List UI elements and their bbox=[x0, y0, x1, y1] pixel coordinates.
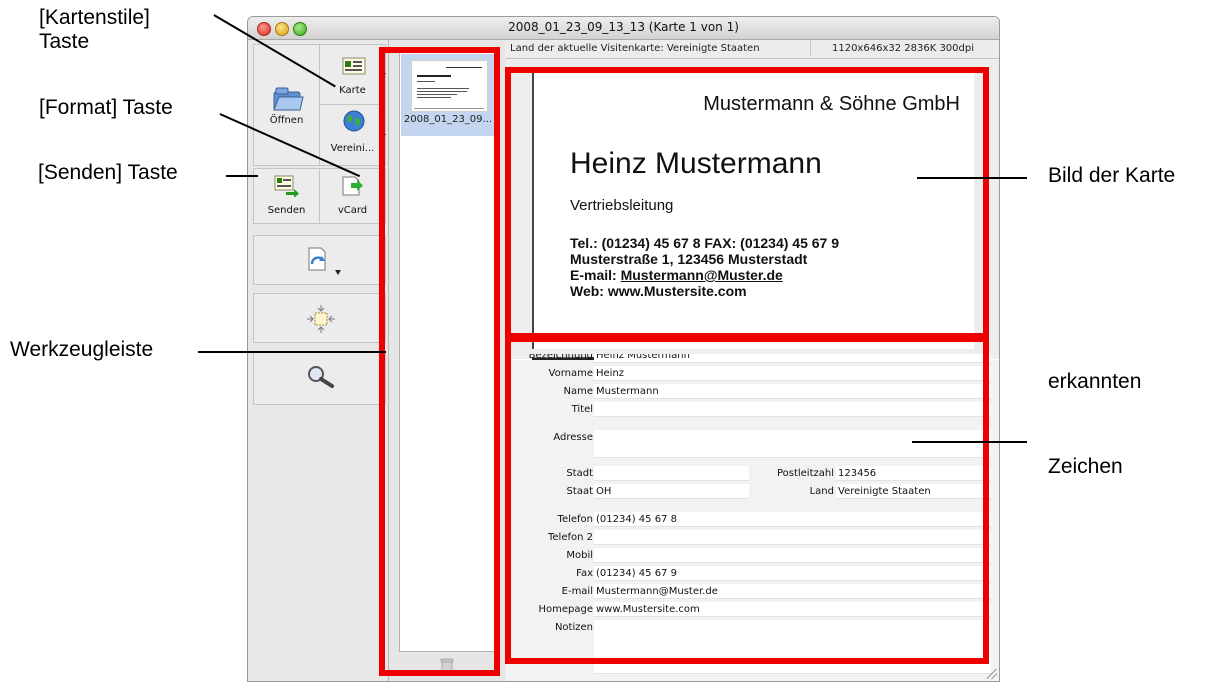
rotate-icon bbox=[308, 247, 326, 271]
send-card-icon bbox=[274, 175, 299, 197]
annotation-erkannten: erkannten bbox=[1048, 370, 1142, 393]
leader-line-werkzeugleiste bbox=[198, 351, 386, 353]
card-style-button[interactable]: Karte bbox=[319, 44, 386, 104]
window-title: 2008_01_23_09_13_13 (Karte 1 von 1) bbox=[508, 20, 739, 34]
current-card-country: Land der aktuelle Visitenkarte: Vereinig… bbox=[510, 43, 760, 54]
send-label: Senden bbox=[267, 205, 306, 216]
annotation-senden: [Senden] Taste bbox=[38, 161, 178, 184]
open-label: Öffnen bbox=[269, 115, 304, 126]
highlight-toolbar-frame bbox=[379, 47, 500, 676]
highlight-card-image-frame bbox=[505, 67, 989, 339]
rotate-button[interactable] bbox=[253, 235, 386, 285]
annotation-kartenstile-line1: [Kartenstile] bbox=[39, 6, 150, 29]
vcard-label: vCard bbox=[337, 205, 368, 216]
highlight-fields-frame bbox=[505, 336, 989, 664]
open-button[interactable]: Öffnen bbox=[253, 44, 319, 166]
resize-grip-icon[interactable] bbox=[987, 669, 997, 679]
info-bar: Land der aktuelle Visitenkarte: Vereinig… bbox=[506, 40, 999, 59]
leader-line-senden bbox=[226, 175, 258, 177]
leader-line-zeichen bbox=[912, 441, 1027, 443]
leader-line-bild bbox=[917, 177, 1027, 179]
card-style-label: Karte bbox=[339, 85, 366, 96]
crop-button[interactable] bbox=[253, 293, 386, 343]
annotation-kartenstile: [Kartenstile] Taste bbox=[39, 6, 150, 54]
zoom-button[interactable] bbox=[253, 351, 386, 405]
send-button[interactable]: Senden bbox=[253, 168, 319, 224]
annotation-kartenstile-line2: Taste bbox=[39, 30, 90, 53]
globe-icon bbox=[343, 110, 365, 132]
open-folder-icon bbox=[273, 87, 304, 111]
country-format-button[interactable]: Vereini... bbox=[319, 104, 386, 166]
annotation-werkzeugleiste: Werkzeugleiste bbox=[10, 338, 154, 361]
annotation-bild: Bild der Karte bbox=[1048, 164, 1176, 187]
vcard-button[interactable]: vCard bbox=[319, 168, 386, 224]
chevron-down-icon bbox=[335, 270, 341, 275]
annotation-zeichen: Zeichen bbox=[1048, 455, 1123, 478]
business-card-icon bbox=[342, 57, 366, 75]
crop-icon bbox=[307, 305, 335, 333]
magnifier-icon bbox=[308, 366, 334, 388]
title-bar: 2008_01_23_09_13_13 (Karte 1 von 1) bbox=[248, 17, 999, 40]
annotation-format: [Format] Taste bbox=[39, 96, 173, 119]
image-spec: 1120x646x32 2836K 300dpi bbox=[810, 41, 995, 55]
vcard-export-icon bbox=[342, 176, 363, 196]
country-format-label: Vereini... bbox=[330, 143, 375, 154]
